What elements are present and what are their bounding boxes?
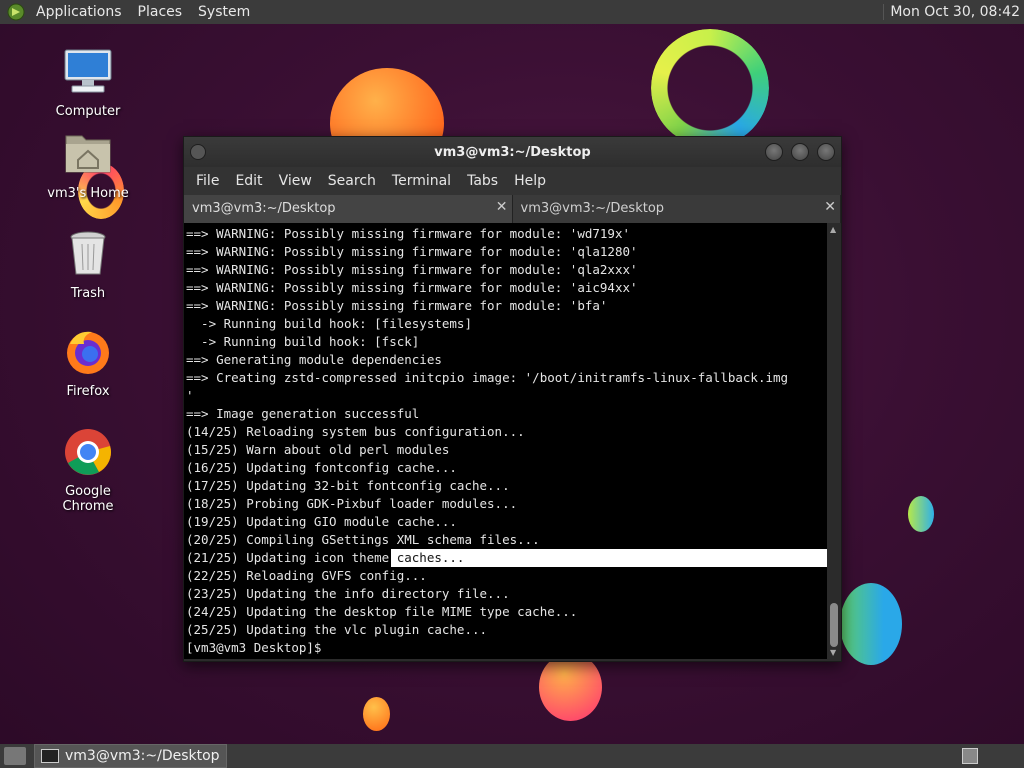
terminal-line: ==> WARNING: Possibly missing firmware f… xyxy=(186,244,638,259)
desktop-icon-chrome[interactable]: Google Chrome xyxy=(38,426,138,514)
bottom-panel: vm3@vm3:~/Desktop xyxy=(0,744,1024,768)
scroll-up-icon[interactable]: ▲ xyxy=(830,225,836,234)
terminal-output[interactable]: ==> WARNING: Possibly missing firmware f… xyxy=(184,223,827,659)
menu-help[interactable]: Help xyxy=(506,173,554,189)
wallpaper-blue-blob xyxy=(908,496,934,532)
desktop: Applications Places System Mon Oct 30, 0… xyxy=(0,0,1024,768)
terminal-window[interactable]: vm3@vm3:~/Desktop File Edit View Search … xyxy=(183,136,842,662)
terminal-line: ' xyxy=(186,388,194,403)
terminal-line: (18/25) Probing GDK-Pixbuf loader module… xyxy=(186,496,518,511)
terminal-line: -> Running build hook: [fsck] xyxy=(186,334,420,349)
wallpaper-blue-big-blob xyxy=(840,583,902,665)
terminal-line: -> Running build hook: [filesystems] xyxy=(186,316,472,331)
scroll-down-icon[interactable]: ▼ xyxy=(830,648,836,657)
desktop-icon-home[interactable]: vm3's Home xyxy=(38,128,138,201)
title-bar[interactable]: vm3@vm3:~/Desktop xyxy=(184,137,841,167)
close-button[interactable] xyxy=(817,143,835,161)
window-menu-icon[interactable] xyxy=(190,144,206,160)
desktop-icon-label: Google Chrome xyxy=(62,484,114,514)
desktop-icon-computer[interactable]: Computer xyxy=(38,46,138,119)
terminal-line: [vm3@vm3 Desktop]$ xyxy=(186,640,329,655)
clock[interactable]: Mon Oct 30, 08:42 xyxy=(883,4,1024,20)
scrollbar-thumb[interactable] xyxy=(830,603,838,647)
menu-file[interactable]: File xyxy=(188,173,227,189)
terminal-line: ==> Creating zstd-compressed initcpio im… xyxy=(186,370,789,385)
show-desktop-icon[interactable] xyxy=(4,747,26,765)
tab-1[interactable]: vm3@vm3:~/Desktop ✕ xyxy=(184,195,513,223)
tab-close-icon[interactable]: ✕ xyxy=(824,199,836,215)
terminal-line: ==> WARNING: Possibly missing firmware f… xyxy=(186,280,638,295)
tab-label: vm3@vm3:~/Desktop xyxy=(520,201,665,216)
window-title: vm3@vm3:~/Desktop xyxy=(434,144,591,160)
terminal-line: ==> WARNING: Possibly missing firmware f… xyxy=(186,262,638,277)
desktop-icon-label: Computer xyxy=(55,104,121,119)
system-menu[interactable]: System xyxy=(190,4,258,20)
terminal-line: (24/25) Updating the desktop file MIME t… xyxy=(186,604,578,619)
tab-close-icon[interactable]: ✕ xyxy=(496,199,508,215)
workspace-switcher-icon[interactable] xyxy=(962,748,978,764)
minimize-button[interactable] xyxy=(765,143,783,161)
wallpaper-orange-bottom-blob xyxy=(539,653,602,721)
menu-bar: File Edit View Search Terminal Tabs Help xyxy=(184,167,841,195)
taskbar-item-label: vm3@vm3:~/Desktop xyxy=(65,748,220,764)
wallpaper-green-ring xyxy=(651,29,769,147)
terminal-line: (15/25) Warn about old perl modules xyxy=(186,442,450,457)
terminal-scrollbar[interactable]: ▲ ▼ xyxy=(827,223,841,659)
home-folder-icon xyxy=(65,135,111,173)
desktop-icon-label: Firefox xyxy=(66,384,110,399)
wallpaper-orange-tiny-blob xyxy=(363,697,390,731)
computer-icon xyxy=(64,49,112,93)
applications-menu[interactable]: Applications xyxy=(28,4,130,20)
tab-2[interactable]: vm3@vm3:~/Desktop ✕ xyxy=(512,195,841,223)
terminal-line: (16/25) Updating fontconfig cache... xyxy=(186,460,457,475)
tab-bar: vm3@vm3:~/Desktop ✕ vm3@vm3:~/Desktop ✕ xyxy=(184,195,841,223)
firefox-icon xyxy=(67,331,109,374)
desktop-icon-label: Trash xyxy=(70,286,106,301)
tab-label: vm3@vm3:~/Desktop xyxy=(192,201,336,216)
taskbar-terminal-item[interactable]: vm3@vm3:~/Desktop xyxy=(34,744,227,768)
menu-terminal[interactable]: Terminal xyxy=(384,173,459,189)
terminal-line: (17/25) Updating 32-bit fontconfig cache… xyxy=(186,478,510,493)
terminal-line: ==> WARNING: Possibly missing firmware f… xyxy=(186,226,631,241)
terminal-line: (21/25) Updating icon theme caches... xyxy=(186,549,827,567)
chrome-icon xyxy=(65,429,111,475)
distro-logo-icon[interactable] xyxy=(6,2,26,22)
desktop-icon-firefox[interactable]: Firefox xyxy=(38,326,138,399)
trash-icon xyxy=(70,231,106,275)
terminal-line: (25/25) Updating the vlc plugin cache... xyxy=(186,622,488,637)
maximize-button[interactable] xyxy=(791,143,809,161)
menu-view[interactable]: View xyxy=(271,173,320,189)
terminal-icon xyxy=(41,749,59,763)
terminal-line: ==> Generating module dependencies xyxy=(186,352,442,367)
terminal-line: ==> Image generation successful xyxy=(186,406,420,421)
places-menu[interactable]: Places xyxy=(130,4,191,20)
terminal-line: (23/25) Updating the info directory file… xyxy=(186,586,510,601)
menu-tabs[interactable]: Tabs xyxy=(459,173,506,189)
terminal-line: (22/25) Reloading GVFS config... xyxy=(186,568,427,583)
top-panel: Applications Places System Mon Oct 30, 0… xyxy=(0,0,1024,24)
terminal-line: (14/25) Reloading system bus configurati… xyxy=(186,424,525,439)
terminal-line: ==> WARNING: Possibly missing firmware f… xyxy=(186,298,608,313)
terminal-line: (19/25) Updating GIO module cache... xyxy=(186,514,457,529)
terminal-line: (20/25) Compiling GSettings XML schema f… xyxy=(186,532,540,547)
desktop-icon-label: vm3's Home xyxy=(47,186,129,201)
desktop-icon-trash[interactable]: Trash xyxy=(38,228,138,301)
menu-edit[interactable]: Edit xyxy=(227,173,270,189)
menu-search[interactable]: Search xyxy=(320,173,384,189)
